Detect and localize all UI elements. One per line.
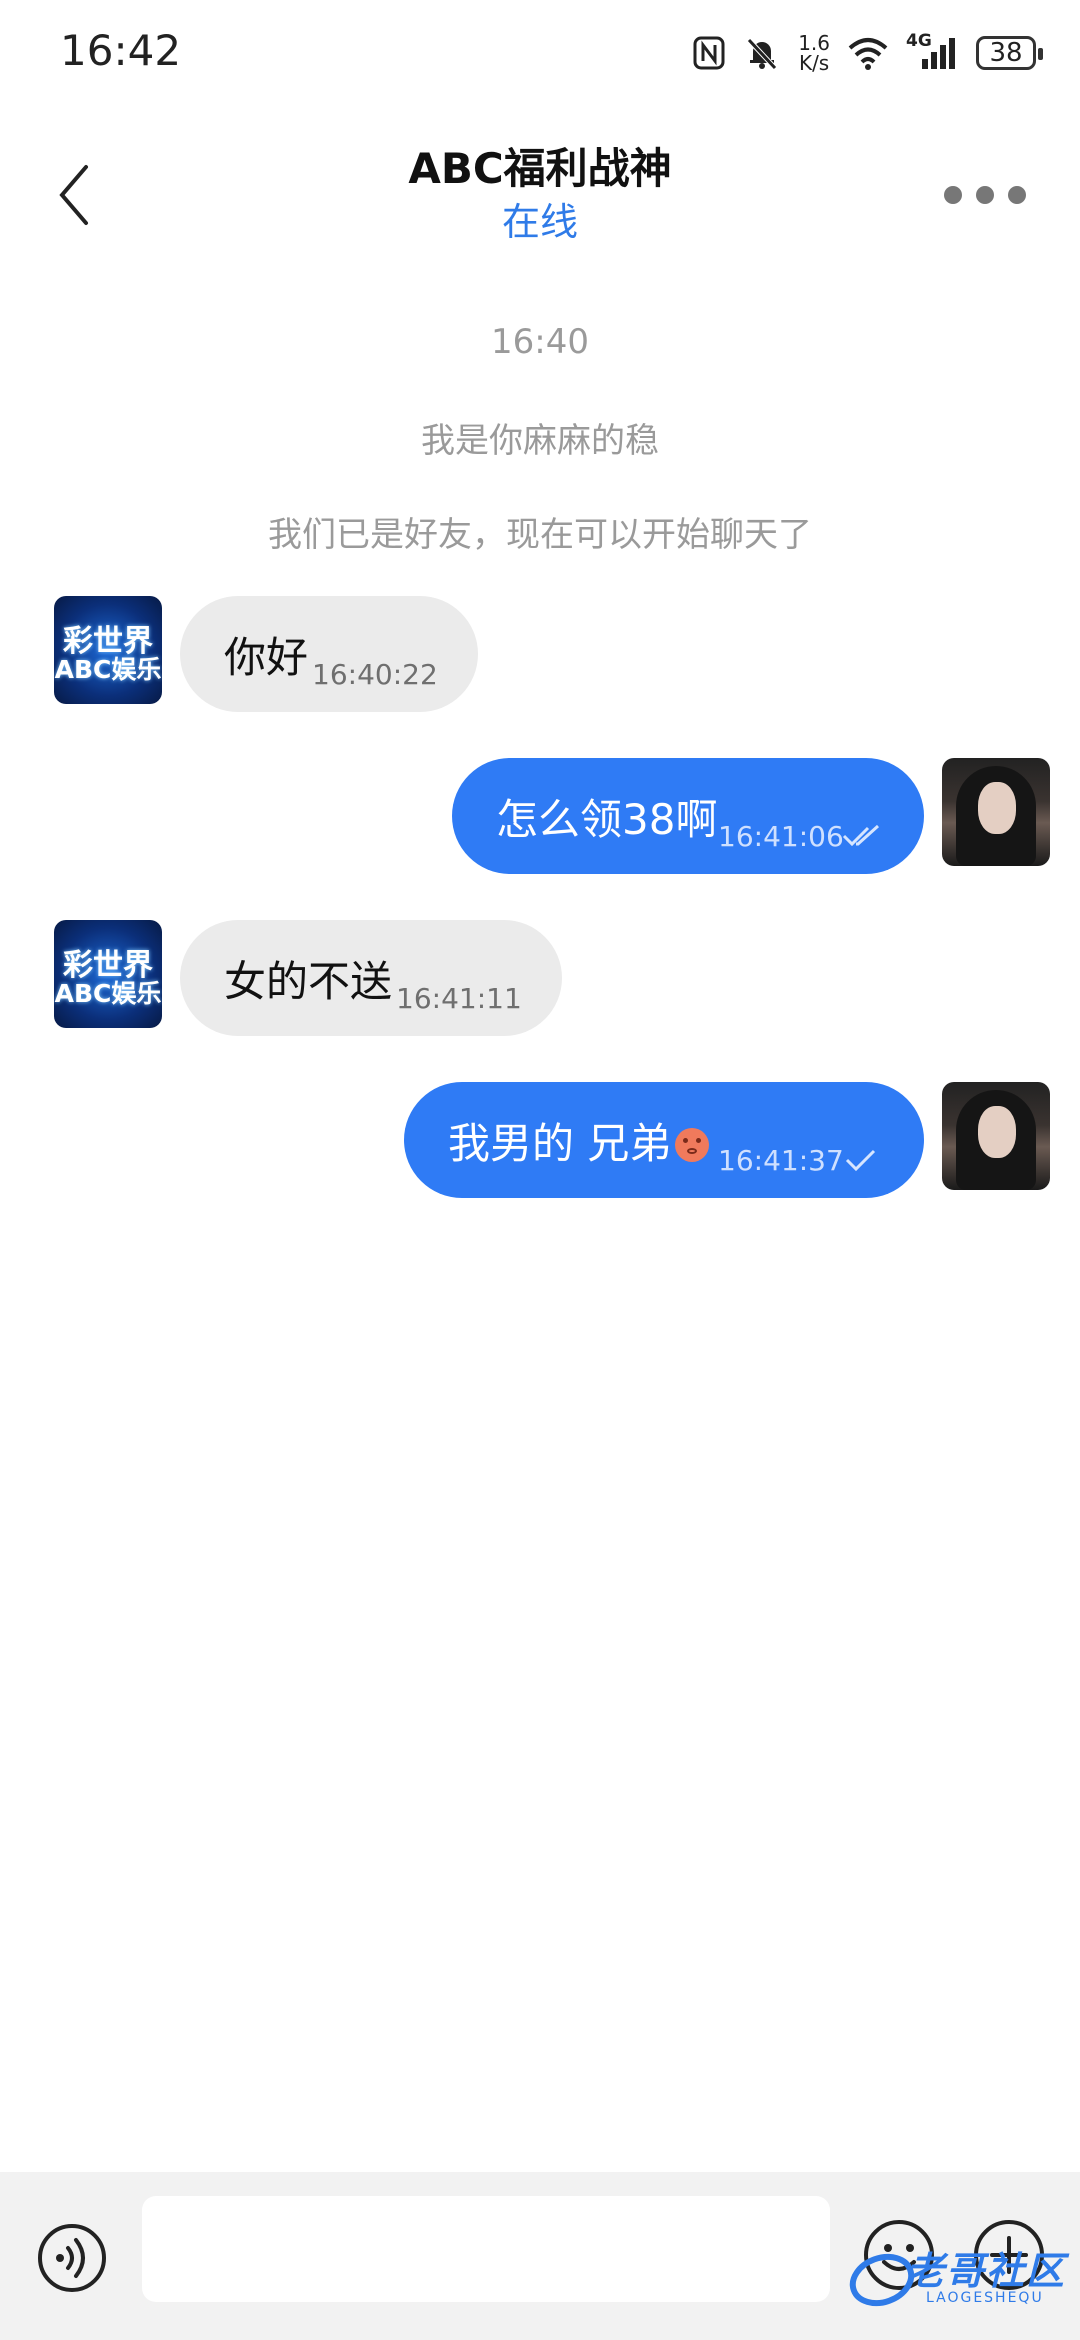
battery-indicator: 38: [976, 36, 1043, 70]
contact-avatar[interactable]: 彩世界 ABC娱乐: [54, 920, 162, 1028]
message-text: 你好: [224, 633, 309, 682]
message-text-content: 我男的 兄弟: [448, 1119, 672, 1168]
message-bubble-outgoing[interactable]: 怎么领38啊 16:41:06: [452, 758, 924, 874]
message-text: 我男的 兄弟: [448, 1110, 710, 1171]
message-time: 16:41:06: [718, 820, 844, 853]
message-time: 16:40:22: [312, 658, 438, 691]
user-avatar[interactable]: [942, 758, 1050, 866]
single-check-sent-icon: [845, 1149, 876, 1172]
status-time: 16:42: [60, 26, 182, 75]
message-bubble-incoming[interactable]: 你好 16:40:22: [180, 596, 478, 712]
flushed-face-emoji-icon: [675, 1128, 710, 1162]
network-speed: 1.6 K/s: [798, 33, 830, 73]
message-text: 女的不送: [224, 957, 393, 1006]
user-avatar[interactable]: [942, 1082, 1050, 1190]
chat-title: ABC福利战神: [408, 144, 672, 193]
network-speed-unit: K/s: [798, 51, 830, 75]
cellular-signal: 4G: [906, 31, 958, 71]
message-text: 怎么领38啊: [496, 795, 718, 844]
system-message: 我是你麻麻的稳: [421, 421, 659, 461]
chat-header: ABC福利战神 在线: [0, 105, 1080, 275]
mute-bell-icon: [747, 38, 778, 70]
voice-input-button[interactable]: [36, 2222, 108, 2294]
message-time: 16:41:37: [718, 1144, 844, 1177]
status-icons: 1.6 K/s 4G 38: [692, 30, 1043, 76]
more-dot-icon: [1008, 186, 1026, 204]
nfc-icon: [693, 36, 725, 70]
signal-bars-icon: [922, 38, 955, 69]
more-dot-icon: [944, 186, 962, 204]
status-bar: 16:42 1.6 K/s 4G 38: [0, 0, 1080, 105]
site-watermark: 老哥社区 LAOGESHEQU: [846, 2236, 1076, 2336]
watermark-text: 老哥社区: [906, 2249, 1067, 2293]
message-bubble-incoming[interactable]: 女的不送 16:41:11: [180, 920, 562, 1036]
avatar-brand-line2: ABC娱乐: [54, 979, 162, 1008]
chat-timestamp: 16:40: [491, 322, 589, 362]
network-speed-value: 1.6: [798, 31, 830, 55]
contact-avatar[interactable]: 彩世界 ABC娱乐: [54, 596, 162, 704]
message-input[interactable]: [142, 2196, 830, 2302]
wifi-icon: [848, 38, 888, 70]
avatar-brand-line2: ABC娱乐: [54, 655, 162, 684]
avatar-face: [978, 782, 1016, 834]
double-check-read-icon: [842, 824, 880, 847]
avatar-face: [978, 1106, 1016, 1158]
more-options-button[interactable]: [930, 175, 1040, 215]
watermark-subtext: LAOGESHEQU: [926, 2290, 1044, 2306]
message-time: 16:41:11: [396, 982, 522, 1015]
message-bubble-outgoing[interactable]: 我男的 兄弟 16:41:37: [404, 1082, 924, 1198]
online-status: 在线: [501, 200, 578, 244]
more-dot-icon: [976, 186, 994, 204]
friend-added-notice: 我们已是好友，现在可以开始聊天了: [268, 515, 812, 555]
